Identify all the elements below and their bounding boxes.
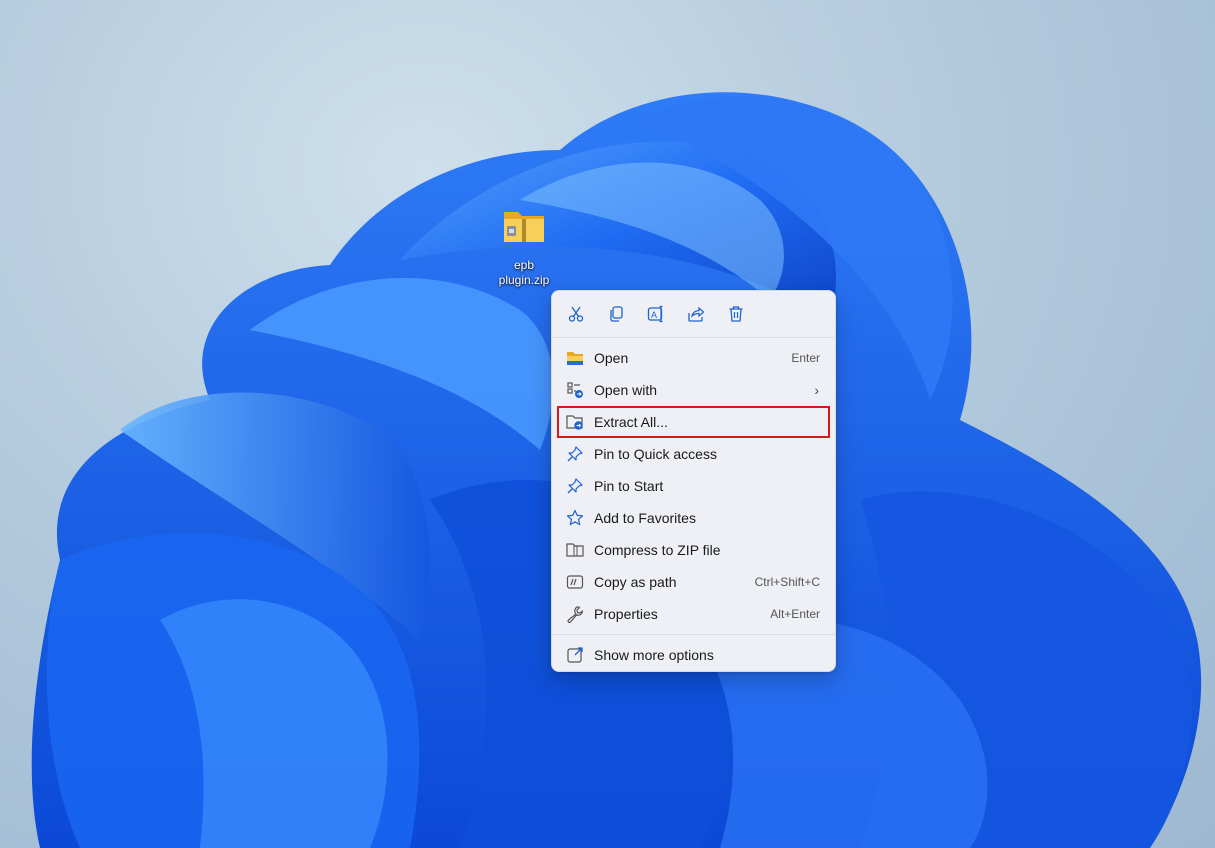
desktop-file-label: epb plugin.zip [490, 258, 558, 288]
menu-item-label: Open with [594, 382, 658, 398]
cut-icon [568, 306, 584, 322]
menu-item-show-more-options[interactable]: Show more options [552, 639, 835, 671]
menu-item-extract-all[interactable]: Extract All... [557, 406, 830, 438]
rename-button[interactable]: A [639, 297, 673, 331]
menu-item-properties[interactable]: Properties Alt+Enter [552, 598, 835, 630]
copy-button[interactable] [599, 297, 633, 331]
file-label-line-2: plugin.zip [498, 273, 550, 287]
zip-icon [566, 541, 584, 559]
menu-item-shortcut: Ctrl+Shift+C [754, 575, 820, 589]
menu-item-pin-quick-access[interactable]: Pin to Quick access [552, 438, 835, 470]
menu-item-open-with[interactable]: Open with › [552, 374, 835, 406]
delete-button[interactable] [719, 297, 753, 331]
menu-item-label: Properties [594, 606, 658, 622]
menu-item-label: Pin to Quick access [594, 446, 717, 462]
menu-item-label: Add to Favorites [594, 510, 696, 526]
menu-item-label: Copy as path [594, 574, 677, 590]
menu-item-shortcut: Alt+Enter [770, 607, 820, 621]
rename-icon: A [647, 305, 663, 323]
menu-item-add-favorites[interactable]: Add to Favorites [552, 502, 835, 534]
cut-button[interactable] [559, 297, 593, 331]
copy-icon [610, 306, 623, 322]
menu-item-shortcut: Enter [791, 351, 820, 365]
pin-icon [566, 477, 584, 495]
pin-icon [566, 445, 584, 463]
wrench-icon [566, 605, 584, 623]
menu-item-label: Pin to Start [594, 478, 664, 494]
extract-icon [566, 413, 584, 431]
menu-item-label: Compress to ZIP file [594, 542, 721, 558]
open-with-icon [566, 381, 584, 399]
zip-folder-icon [504, 212, 544, 242]
share-icon [688, 306, 705, 322]
menu-item-label: Extract All... [594, 414, 668, 430]
menu-item-copy-as-path[interactable]: Copy as path Ctrl+Shift+C [552, 566, 835, 598]
menu-item-compress-zip[interactable]: Compress to ZIP file [552, 534, 835, 566]
folder-icon [566, 349, 584, 367]
svg-text:A: A [651, 310, 657, 320]
share-button[interactable] [679, 297, 713, 331]
file-label-line-1: epb [513, 258, 535, 272]
bottom-separator [552, 634, 835, 635]
more-options-icon [566, 646, 584, 664]
chevron-right-icon: › [814, 382, 819, 398]
context-menu-toolbar: A [552, 291, 835, 337]
star-icon [566, 509, 584, 527]
menu-item-open[interactable]: Open Enter [552, 342, 835, 374]
context-menu-items: Open Enter Open with › Extract All... Pi… [552, 338, 835, 630]
menu-item-label: Open [594, 350, 629, 366]
menu-item-pin-start[interactable]: Pin to Start [552, 470, 835, 502]
desktop-file-item[interactable]: epb plugin.zip [490, 208, 558, 288]
copy-path-icon [566, 573, 584, 591]
menu-item-label: Show more options [594, 647, 714, 663]
delete-icon [729, 306, 743, 322]
context-menu: A Open Enter Open with › Extract All... … [551, 290, 836, 672]
